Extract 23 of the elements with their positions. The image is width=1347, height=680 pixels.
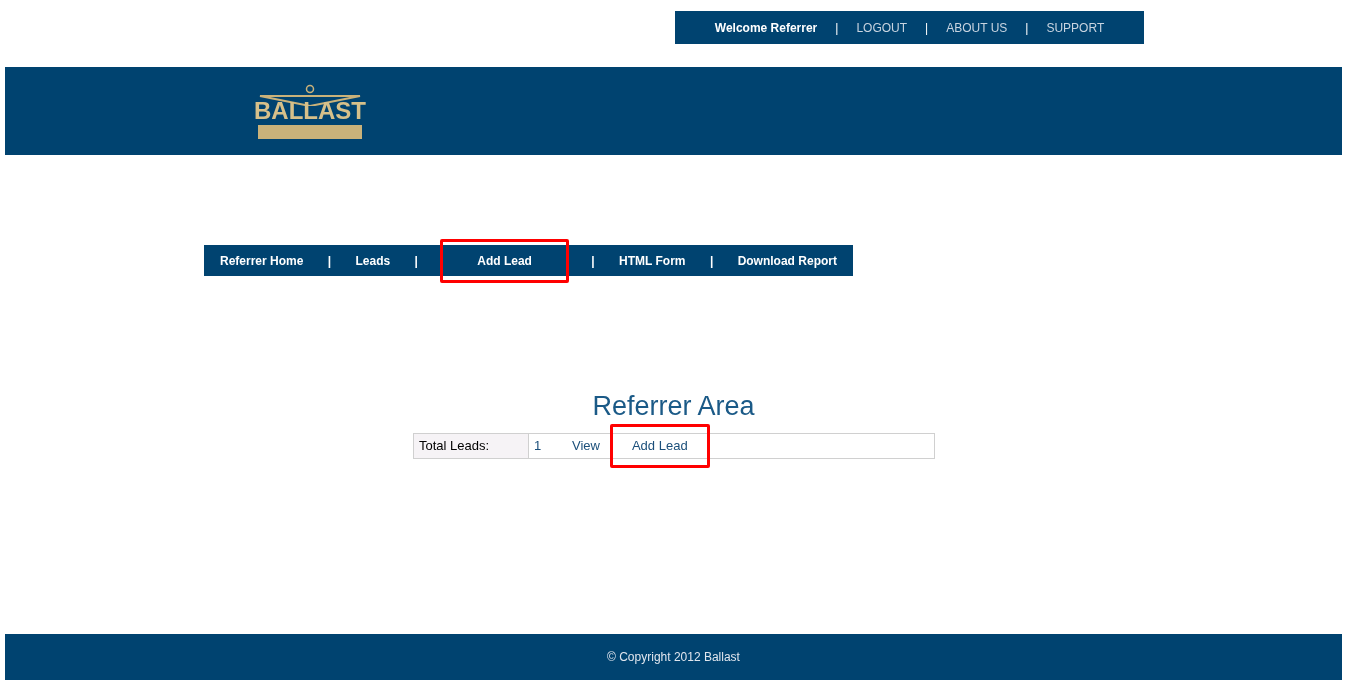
separator-text: | [591,252,595,270]
table-link[interactable]: View [572,436,600,456]
separator-text: | [835,19,839,37]
welcome-text: Welcome Referrer [714,19,818,37]
nav-link[interactable]: Leads [353,241,393,280]
table-label: Total Leads: [414,434,529,458]
nav-link[interactable]: HTML Form [617,241,688,280]
top-link[interactable]: ABOUT US [946,18,1008,37]
nav-link[interactable]: Download Report [735,241,839,280]
top-link[interactable]: LOGOUT [856,18,908,37]
table-link[interactable]: Add Lead [609,424,710,468]
lead-count: 1 [534,437,543,456]
separator-text: | [414,252,418,270]
nav-link[interactable]: Referrer Home [218,241,306,280]
separator-text: | [709,252,714,270]
separator-text: | [327,252,332,270]
copyright-text: © Copyright 2012 Ballast [607,649,740,666]
nav-link[interactable]: Add Lead [440,238,569,283]
separator-text: | [925,19,929,37]
top-link[interactable]: SUPPORT [1046,18,1105,37]
separator-text: | [1025,19,1029,37]
page-title: Referrer Area [591,390,756,422]
logo-text: BALLAST [254,97,366,124]
